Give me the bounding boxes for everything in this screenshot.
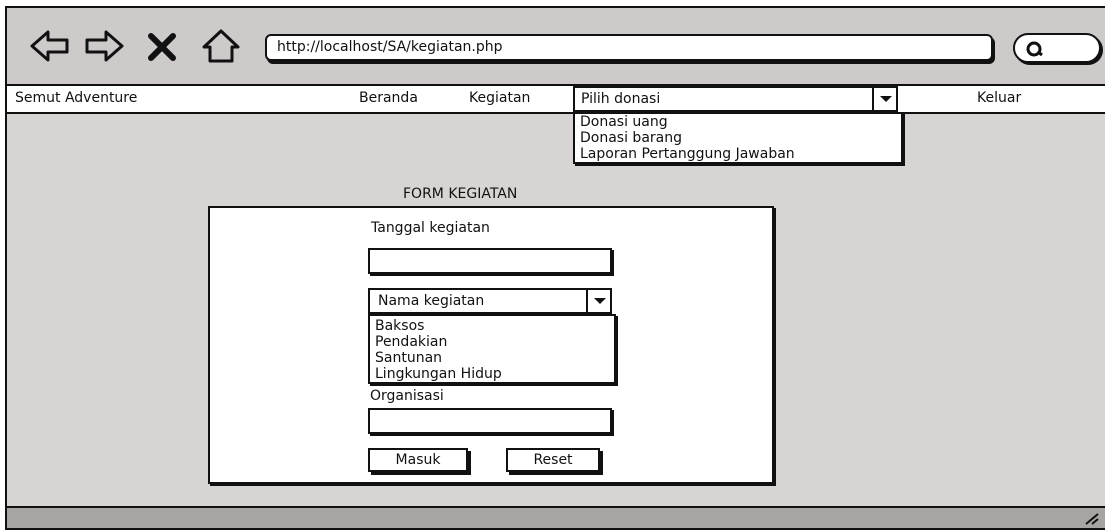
activity-options-list: Baksos Pendakian Santunan Lingkungan Hid…	[368, 314, 616, 384]
donation-select-value: Pilih donasi	[581, 91, 661, 107]
home-icon[interactable]	[200, 26, 242, 66]
activity-option[interactable]: Pendakian	[370, 334, 614, 350]
back-arrow-icon[interactable]	[29, 26, 71, 66]
activity-option[interactable]: Lingkungan Hidup	[370, 366, 614, 382]
menu-item-keluar[interactable]: Keluar	[977, 90, 1021, 106]
activity-option[interactable]: Baksos	[370, 318, 614, 334]
donation-option[interactable]: Laporan Pertanggung Jawaban	[575, 146, 901, 162]
activity-option[interactable]: Santunan	[370, 350, 614, 366]
resize-handle-icon[interactable]	[1084, 511, 1100, 525]
activity-form: Tanggal kegiatan Nama kegiatan Baksos Pe…	[208, 206, 774, 484]
stop-icon[interactable]	[145, 26, 179, 66]
brand-label: Semut Adventure	[15, 90, 138, 106]
chevron-down-icon[interactable]	[586, 288, 612, 314]
menu-item-kegiatan[interactable]: Kegiatan	[469, 90, 530, 106]
search-box[interactable]	[1013, 33, 1101, 63]
browser-window: http://localhost/SA/kegiatan.php Semut A…	[5, 6, 1105, 530]
donation-option[interactable]: Donasi uang	[575, 114, 901, 130]
submit-button[interactable]: Masuk	[368, 448, 468, 472]
donation-option[interactable]: Donasi barang	[575, 130, 901, 146]
chevron-down-icon[interactable]	[872, 86, 898, 112]
menu-bar: Semut Adventure Beranda Kegiatan Keluar	[7, 86, 1105, 114]
organization-field[interactable]	[368, 408, 612, 434]
activity-name-select[interactable]: Nama kegiatan	[368, 288, 612, 314]
reset-button[interactable]: Reset	[506, 448, 600, 472]
donation-options-list: Donasi uang Donasi barang Laporan Pertan…	[573, 112, 903, 164]
browser-toolbar: http://localhost/SA/kegiatan.php	[7, 8, 1105, 86]
date-field[interactable]	[368, 248, 612, 274]
activity-name-select-value: Nama kegiatan	[378, 293, 485, 309]
form-title: FORM KEGIATAN	[403, 186, 518, 202]
donation-select[interactable]: Pilih donasi	[573, 86, 898, 112]
status-bar	[7, 506, 1105, 528]
menu-item-beranda[interactable]: Beranda	[359, 90, 418, 106]
date-label: Tanggal kegiatan	[371, 220, 490, 236]
search-icon	[1026, 41, 1043, 57]
forward-arrow-icon[interactable]	[83, 26, 125, 66]
organization-label: Organisasi	[370, 388, 444, 404]
address-bar[interactable]: http://localhost/SA/kegiatan.php	[265, 34, 993, 61]
